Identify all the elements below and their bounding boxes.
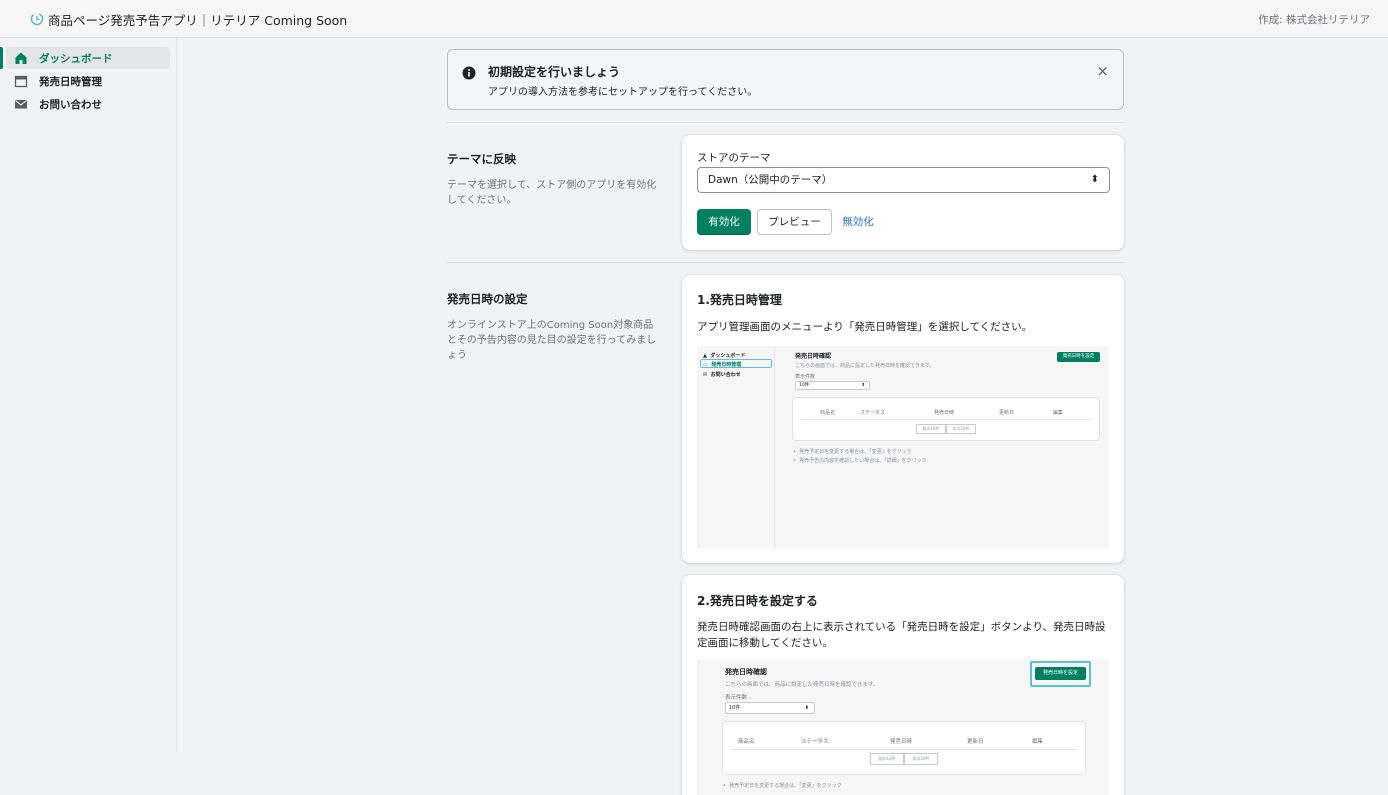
mock-count-label: 表示件数 bbox=[725, 695, 748, 701]
mock-table-divider bbox=[731, 749, 1077, 750]
mock-count-select: 10件 ⬍ bbox=[725, 702, 815, 714]
mock-note: • 発売予定日を変更する場合は、「変更」をクリック bbox=[723, 783, 842, 789]
sidebar: ダッシュボード 発売日時管理 お問い合わせ bbox=[0, 38, 177, 752]
app-logo-icon bbox=[30, 12, 44, 26]
divider bbox=[447, 262, 1124, 263]
setup-banner: 初期設定を行いましょう アプリの導入方法を参考にセットアップを行ってください。 … bbox=[447, 49, 1124, 110]
calendar-icon bbox=[14, 75, 28, 88]
mock-column-header: 更新日 bbox=[999, 410, 1015, 416]
mock-count-select: 10件 ⬍ bbox=[795, 381, 870, 390]
step1-screenshot: ▲ ダッシュボード ▭ 発売日時管理 ✉ お問い合わせ 発売日時確認 こちらの画… bbox=[697, 346, 1109, 549]
mock-page-title: 発売日時確認 bbox=[795, 353, 832, 360]
mail-icon bbox=[15, 100, 27, 109]
mock-set-release-button: 発売日時を設定 bbox=[1057, 352, 1100, 362]
mock-prev-page: 前の10件 bbox=[916, 424, 946, 434]
app-title: 商品ページ発売予告アプリ｜リテリア Coming Soon bbox=[48, 13, 348, 28]
mock-column-header: 更新日 bbox=[967, 739, 984, 745]
divider bbox=[447, 122, 1124, 123]
mock-table: 商品名 ステータス 発売日時 更新日 編集 前の10件 次の10件 bbox=[723, 722, 1085, 774]
mock-column-header: ステータス bbox=[801, 739, 829, 745]
theme-section-description: テーマを選択して、ストア側のアプリを有効化してください。 bbox=[447, 180, 657, 206]
step1-text: アプリ管理画面のメニューより「発売日時管理」を選択してください。 bbox=[697, 321, 1033, 333]
step2-card: 2.発売日時を設定する 発売日時確認画面の右上に表示されている「発売日時を設定」… bbox=[682, 575, 1124, 795]
theme-section-title: テーマに反映 bbox=[447, 152, 516, 166]
step1-heading: 1.発売日時管理 bbox=[697, 293, 782, 307]
mock-next-page: 次の10件 bbox=[946, 424, 976, 434]
mock-column-header: 編集 bbox=[1032, 739, 1044, 745]
sidebar-item-contact[interactable]: お問い合わせ bbox=[6, 93, 170, 115]
mock-page-title: 発売日時確認 bbox=[725, 668, 767, 676]
credit-text: 作成: 株式会社リテリア bbox=[1258, 14, 1370, 26]
banner-title: 初期設定を行いましょう bbox=[488, 65, 621, 79]
info-icon bbox=[462, 66, 476, 80]
theme-select-value: Dawn（公開中のテーマ） bbox=[708, 174, 833, 186]
mock-page-subtitle: こちらの画面では、商品に設定した発売日時を確認できます。 bbox=[725, 682, 879, 688]
release-section-title: 発売日時の設定 bbox=[447, 292, 528, 306]
release-section-description: オンラインストア上のComing Soon対象商品とその予告内容の見た目の設定を… bbox=[447, 320, 657, 361]
step2-screenshot: 発売日時確認 こちらの画面では、商品に設定した発売日時を確認できます。 発売日時… bbox=[697, 659, 1109, 795]
mock-column-header: 発売日時 bbox=[934, 410, 955, 416]
step1-card: 1.発売日時管理 アプリ管理画面のメニューより「発売日時管理」を選択してください… bbox=[682, 275, 1124, 563]
mock-column-header: 編集 bbox=[1053, 410, 1064, 416]
mock-count-label: 表示件数 bbox=[795, 374, 816, 380]
step2-heading: 2.発売日時を設定する bbox=[697, 594, 818, 608]
mock-nav-item: ▲ ダッシュボード bbox=[703, 353, 746, 359]
mock-set-release-button: 発売日時を設定 bbox=[1035, 667, 1086, 680]
sidebar-item-label: ダッシュボード bbox=[39, 52, 113, 65]
preview-button[interactable]: プレビュー bbox=[757, 209, 832, 235]
mock-nav-item: ✉ お問い合わせ bbox=[703, 372, 741, 378]
disable-button[interactable]: 無効化 bbox=[840, 209, 876, 235]
mock-table-divider bbox=[801, 419, 1091, 420]
mock-column-header: 商品名 bbox=[820, 410, 836, 416]
theme-select-label: ストアのテーマ bbox=[697, 152, 771, 164]
sidebar-item-dashboard[interactable]: ダッシュボード bbox=[0, 47, 170, 69]
mock-prev-page: 前の10件 bbox=[870, 753, 904, 765]
mock-note: • 発売予定日を変更する場合は、「変更」をクリック bbox=[793, 449, 912, 455]
mock-table: 商品名 ステータス 発売日時 更新日 編集 前の10件 次の10件 bbox=[793, 398, 1099, 440]
mock-note: • 発売予告の内容を確認したい場合は、「詳細」をクリック bbox=[793, 458, 927, 464]
mock-column-header: 商品名 bbox=[738, 739, 755, 745]
mock-page-subtitle: こちらの画面では、商品に設定した発売日時を確認できます。 bbox=[795, 363, 935, 369]
mock-column-header: ステータス bbox=[860, 410, 886, 416]
theme-select[interactable]: Dawn（公開中のテーマ） ⬍ bbox=[697, 167, 1110, 193]
mock-column-header: 発売日時 bbox=[890, 739, 913, 745]
enable-button[interactable]: 有効化 bbox=[697, 209, 751, 235]
sidebar-item-release-management[interactable]: 発売日時管理 bbox=[6, 70, 170, 92]
theme-card: ストアのテーマ Dawn（公開中のテーマ） ⬍ 有効化 プレビュー 無効化 bbox=[682, 135, 1124, 250]
mock-sidebar-divider bbox=[774, 346, 775, 549]
close-icon[interactable]: × bbox=[1096, 64, 1109, 79]
step2-text: 発売日時確認画面の右上に表示されている「発売日時を設定」ボタンより、発売日時設定… bbox=[697, 621, 1106, 649]
select-arrows-icon: ⬍ bbox=[1090, 174, 1099, 185]
mock-nav-item: ▭ 発売日時管理 bbox=[703, 362, 742, 368]
banner-subtitle: アプリの導入方法を参考にセットアップを行ってください。 bbox=[488, 87, 758, 98]
top-bar: 商品ページ発売予告アプリ｜リテリア Coming Soon 作成: 株式会社リテ… bbox=[0, 0, 1388, 38]
sidebar-item-label: お問い合わせ bbox=[39, 98, 102, 111]
home-icon bbox=[15, 52, 27, 64]
sidebar-item-label: 発売日時管理 bbox=[39, 75, 102, 88]
mock-next-page: 次の10件 bbox=[904, 753, 938, 765]
